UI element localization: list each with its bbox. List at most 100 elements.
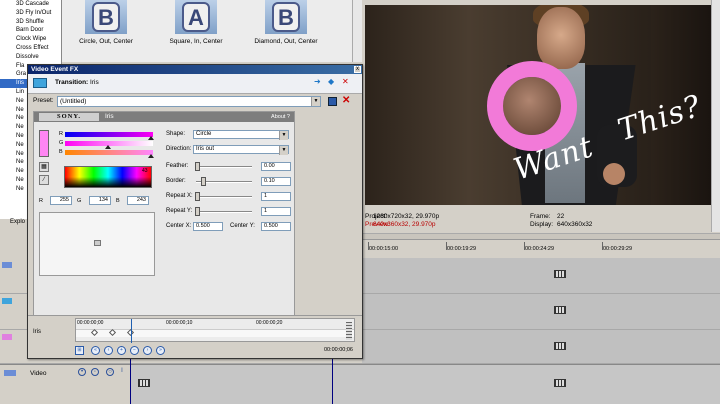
plug-icon[interactable]: ➜ [314, 78, 323, 86]
transition-list-item[interactable]: 3D Fly In/Out [0, 9, 61, 18]
clip-icon[interactable] [554, 270, 566, 278]
blue-channel-slider[interactable] [65, 150, 153, 155]
color-swatch[interactable] [39, 130, 49, 157]
track-header[interactable] [0, 330, 14, 363]
clip-icon[interactable] [554, 342, 566, 350]
preset-value: (Untitled) [60, 98, 87, 105]
presets-scrollbar[interactable] [352, 0, 362, 62]
keyframe-bar[interactable] [76, 329, 354, 337]
transition-list-item[interactable]: Barn Door [0, 26, 61, 35]
slider-thumb[interactable] [148, 154, 154, 158]
clip-icon[interactable] [554, 306, 566, 314]
current-time: 00:00:00;06 [323, 347, 353, 353]
ruler-tick: 00:00:24:29 [525, 246, 555, 252]
repeat-x-slider-thumb[interactable] [195, 192, 200, 201]
shape-dropdown[interactable]: Circle ▼ [193, 130, 289, 140]
center-x-input[interactable]: 0.500 [193, 222, 223, 231]
slider-thumb[interactable] [148, 136, 154, 140]
chevron-down-icon[interactable]: ▼ [311, 97, 320, 106]
timeline-ruler[interactable]: 00:00:15:00 00:00:19:29 00:00:24:29 00:0… [362, 233, 720, 258]
transition-name: Iris [90, 79, 99, 86]
clip-icon[interactable] [138, 379, 150, 387]
eyedropper-icon[interactable]: ⁄ [39, 175, 49, 185]
preset-thumb-circle[interactable]: B Circle, Out, Center [70, 0, 140, 60]
feather-slider-thumb[interactable] [195, 162, 200, 171]
edit-icon[interactable]: I [118, 368, 126, 376]
transition-list-item[interactable]: Cross Effect [0, 44, 61, 53]
video-track-area[interactable] [130, 365, 720, 404]
transition-list-item[interactable]: 3D Cascade [0, 0, 61, 9]
direction-label: Direction: [166, 146, 192, 152]
video-track[interactable]: Video • ◦ ○ I [0, 364, 720, 404]
center-y-label: Center Y: [230, 223, 255, 229]
feather-slider[interactable] [196, 166, 252, 168]
delete-keyframe-icon[interactable]: − [130, 346, 139, 355]
preview-scrollbar[interactable] [711, 0, 720, 232]
keyframe-area[interactable]: 00:00:00;00 00:00:00;10 00:00:00;20 [75, 318, 355, 343]
border-slider-thumb[interactable] [201, 177, 206, 186]
center-y-input[interactable]: 0.500 [261, 222, 291, 231]
next-keyframe-icon[interactable]: › [143, 346, 152, 355]
explorer-tab[interactable]: Explo [0, 219, 28, 229]
prev-keyframe-icon[interactable]: ‹ [104, 346, 113, 355]
chevron-down-icon[interactable]: ▼ [279, 131, 288, 140]
chevron-down-icon[interactable]: ▼ [279, 146, 288, 155]
dialog-title[interactable]: Video Event FX [28, 65, 362, 74]
feather-input[interactable]: 0.00 [261, 162, 291, 171]
close-button[interactable]: x [354, 66, 361, 73]
keyframe-cursor[interactable] [131, 319, 132, 343]
preset-thumb-diamond[interactable]: B Diamond, Out, Center [250, 0, 320, 60]
color-spectrum[interactable] [64, 166, 152, 188]
marker-bar[interactable] [362, 234, 720, 240]
save-preset-button[interactable] [328, 97, 337, 106]
transition-list-item[interactable]: Dissolve [0, 53, 61, 62]
track-color [2, 334, 12, 340]
sync-cursor-icon[interactable]: ⊞ [75, 346, 84, 355]
clip-icon[interactable] [554, 379, 566, 387]
repeat-y-slider-thumb[interactable] [195, 207, 200, 216]
repeat-x-input[interactable]: 1 [261, 192, 291, 201]
direction-dropdown[interactable]: Iris out ▼ [193, 145, 289, 155]
track-area[interactable] [362, 330, 720, 363]
keyframe-end-handle[interactable] [346, 322, 352, 340]
transition-label: Transition: Iris [55, 79, 99, 86]
chain-icon[interactable]: ◆ [328, 78, 337, 86]
feather-label: Feather: [166, 163, 189, 169]
track-area[interactable] [362, 258, 720, 293]
repeat-y-input[interactable]: 1 [261, 207, 291, 216]
remove-plugin-icon[interactable]: ✕ [342, 78, 351, 86]
first-keyframe-icon[interactable]: « [91, 346, 100, 355]
track-area[interactable] [362, 294, 720, 329]
motion-icon[interactable]: ◦ [91, 368, 99, 376]
mute-icon[interactable]: • [78, 368, 86, 376]
green-value-input[interactable]: 134 [89, 196, 111, 205]
repeat-y-slider[interactable] [196, 211, 252, 213]
keyframe-transport: ⊞ « ‹ + − › » 00:00:00;06 [75, 345, 355, 356]
transition-presets-panel: B Circle, Out, Center A Square, In, Cent… [62, 0, 352, 62]
about-link[interactable]: About ? [271, 113, 290, 121]
preset-thumb-square[interactable]: A Square, In, Center [160, 0, 230, 60]
slider-thumb[interactable] [105, 145, 111, 149]
transition-list-item[interactable]: Clock Wipe [0, 35, 61, 44]
preset-dropdown[interactable]: (Untitled) ▼ [57, 96, 321, 107]
sony-logo: SONY. [39, 113, 99, 121]
video-track-color [4, 370, 16, 376]
delete-preset-button[interactable]: ✕ [342, 95, 350, 107]
transition-list-item[interactable]: 3D Shuffle [0, 18, 61, 27]
preview-head [537, 7, 585, 69]
color-palette-icon[interactable]: ▦ [39, 162, 49, 172]
border-input[interactable]: 0.10 [261, 177, 291, 186]
track-header[interactable] [0, 258, 14, 293]
red-value-input[interactable]: 255 [50, 196, 72, 205]
repeat-x-slider[interactable] [196, 196, 252, 198]
preview-info: Project: 1280x720x32, 29.970p Preview: 6… [365, 208, 711, 234]
solo-icon[interactable]: ○ [106, 368, 114, 376]
plugin-panel-scrollbar[interactable] [296, 111, 304, 333]
track-header[interactable] [0, 294, 14, 329]
plugin-header-bar: SONY. Iris About ? [34, 112, 294, 122]
red-channel-slider[interactable] [65, 132, 153, 137]
last-keyframe-icon[interactable]: » [156, 346, 165, 355]
add-keyframe-icon[interactable]: + [117, 346, 126, 355]
blue-value-input[interactable]: 243 [127, 196, 149, 205]
ruler-tick: 00:00:15:00 [369, 246, 399, 252]
